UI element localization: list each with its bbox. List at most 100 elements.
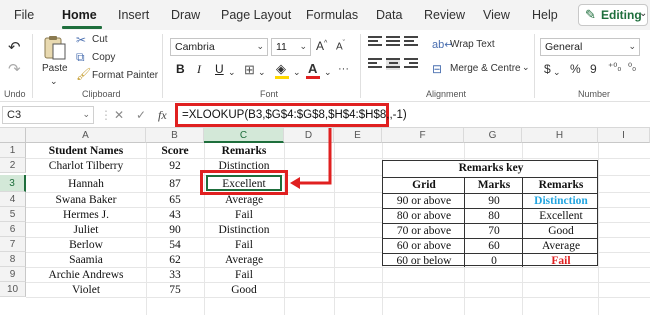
score-cell[interactable]: 90 bbox=[146, 223, 204, 238]
column-header-a[interactable]: A bbox=[26, 128, 146, 143]
column-header-e[interactable]: E bbox=[334, 128, 382, 143]
key-grid-cell[interactable]: 80 or above bbox=[383, 209, 465, 224]
align-middle-icon[interactable] bbox=[386, 36, 400, 48]
row-header[interactable]: 8 bbox=[0, 252, 26, 267]
cancel-icon[interactable]: ✕ bbox=[114, 108, 124, 122]
student-name-cell[interactable]: Archie Andrews bbox=[26, 268, 146, 283]
row-header[interactable]: 5 bbox=[0, 207, 26, 222]
formula-input[interactable]: =XLOOKUP(B3,$G$4:$G$8,$H$4:$H$8,,-1) bbox=[175, 103, 407, 127]
decrease-font-icon[interactable]: Aˇ bbox=[336, 40, 345, 52]
column-header-d[interactable]: D bbox=[284, 128, 334, 143]
student-name-cell[interactable]: Juliet bbox=[26, 223, 146, 238]
column-header-c[interactable]: C bbox=[204, 128, 284, 143]
more-icon[interactable]: ··· bbox=[338, 63, 349, 75]
copy-button[interactable]: Copy bbox=[92, 52, 115, 63]
editing-mode-button[interactable]: ✎ Editing ⌄ bbox=[578, 4, 648, 26]
align-center-icon[interactable] bbox=[386, 58, 400, 70]
align-right-icon[interactable] bbox=[404, 58, 418, 70]
menu-view[interactable]: View bbox=[483, 8, 510, 22]
score-cell[interactable]: 65 bbox=[146, 193, 204, 208]
key-header-grid[interactable]: Grid bbox=[383, 178, 465, 193]
key-remark-cell[interactable]: Distinction bbox=[523, 194, 599, 209]
student-name-cell[interactable]: Swana Baker bbox=[26, 193, 146, 208]
header-score[interactable]: Score bbox=[146, 144, 204, 159]
menu-home[interactable]: Home bbox=[62, 8, 97, 22]
score-cell[interactable]: 62 bbox=[146, 253, 204, 268]
row-header[interactable]: 2 bbox=[0, 158, 26, 173]
score-cell[interactable]: 33 bbox=[146, 268, 204, 283]
remark-cell[interactable]: Distinction bbox=[204, 223, 284, 238]
key-marks-cell[interactable]: 80 bbox=[465, 209, 523, 224]
merge-centre-button[interactable]: Merge & Centre bbox=[450, 63, 521, 74]
key-marks-cell[interactable]: 90 bbox=[465, 194, 523, 209]
key-remark-cell[interactable]: Fail bbox=[523, 254, 599, 269]
font-size-dropdown[interactable]: 11 ⌄ bbox=[271, 38, 311, 56]
borders-icon[interactable]: ⊞ bbox=[244, 62, 255, 78]
remark-cell[interactable]: Average bbox=[204, 253, 284, 268]
remark-cell[interactable]: Fail bbox=[204, 238, 284, 253]
menu-formulas[interactable]: Formulas bbox=[306, 8, 358, 22]
align-top-icon[interactable] bbox=[368, 36, 382, 48]
chevron-down-icon[interactable]: ⌄ bbox=[293, 67, 301, 78]
key-remark-cell[interactable]: Good bbox=[523, 224, 599, 239]
score-cell[interactable]: 43 bbox=[146, 208, 204, 223]
wrap-text-button[interactable]: Wrap Text bbox=[450, 39, 495, 50]
chevron-down-icon[interactable]: ⌄ bbox=[50, 76, 58, 87]
increase-font-icon[interactable]: A^ bbox=[316, 39, 327, 53]
decrease-decimal-icon[interactable]: ⁰₀ bbox=[628, 62, 636, 73]
menu-review[interactable]: Review bbox=[424, 8, 465, 22]
name-box[interactable]: C3 ⌄ bbox=[2, 106, 94, 124]
key-marks-cell[interactable]: 0 bbox=[465, 254, 523, 269]
column-header-f[interactable]: F bbox=[382, 128, 464, 143]
increase-decimal-icon[interactable]: ⁺⁰₀ bbox=[608, 62, 621, 73]
select-all-corner[interactable] bbox=[0, 128, 26, 143]
key-header-remarks[interactable]: Remarks bbox=[523, 178, 599, 193]
row-header[interactable]: 6 bbox=[0, 222, 26, 237]
paste-button[interactable] bbox=[42, 34, 68, 64]
insert-function-icon[interactable]: fx bbox=[158, 108, 167, 123]
student-name-cell[interactable]: Berlow bbox=[26, 238, 146, 253]
remark-cell[interactable]: Fail bbox=[204, 208, 284, 223]
key-header-marks[interactable]: Marks bbox=[465, 178, 523, 193]
menu-file[interactable]: File bbox=[14, 8, 34, 22]
key-marks-cell[interactable]: 60 bbox=[465, 239, 523, 254]
format-painter-button[interactable]: Format Painter bbox=[92, 70, 158, 81]
remark-cell[interactable]: Good bbox=[204, 283, 284, 298]
column-header-b[interactable]: B bbox=[146, 128, 204, 143]
score-cell[interactable]: 75 bbox=[146, 283, 204, 298]
remark-cell[interactable]: Fail bbox=[204, 268, 284, 283]
key-grid-cell[interactable]: 60 or below bbox=[383, 254, 465, 269]
remark-cell[interactable]: Average bbox=[204, 193, 284, 208]
row-header[interactable]: 3 bbox=[0, 175, 26, 192]
underline-button[interactable]: U bbox=[215, 62, 224, 76]
italic-button[interactable]: I bbox=[197, 62, 201, 77]
key-grid-cell[interactable]: 90 or above bbox=[383, 194, 465, 209]
column-header-g[interactable]: G bbox=[464, 128, 522, 143]
redo-icon[interactable]: ↷ bbox=[8, 60, 21, 78]
chevron-down-icon[interactable]: ⌄ bbox=[553, 67, 561, 78]
student-name-cell[interactable]: Saamia bbox=[26, 253, 146, 268]
bold-button[interactable]: B bbox=[176, 62, 185, 76]
menu-draw[interactable]: Draw bbox=[171, 8, 200, 22]
align-bottom-icon[interactable] bbox=[404, 36, 418, 48]
font-color-icon[interactable]: A bbox=[308, 61, 317, 76]
number-format-dropdown[interactable]: General ⌄ bbox=[540, 38, 640, 56]
paste-label[interactable]: Paste bbox=[42, 63, 68, 74]
menu-help[interactable]: Help bbox=[532, 8, 558, 22]
column-header-i[interactable]: I bbox=[598, 128, 650, 143]
chevron-down-icon[interactable]: ⌄ bbox=[228, 67, 236, 78]
student-name-cell[interactable]: Hannah bbox=[26, 176, 146, 192]
comma-button[interactable]: 9 bbox=[590, 62, 597, 76]
score-cell[interactable]: 87 bbox=[146, 176, 204, 192]
row-header[interactable]: 4 bbox=[0, 192, 26, 207]
enter-check-icon[interactable]: ✓ bbox=[136, 108, 146, 122]
header-student-names[interactable]: Student Names bbox=[26, 144, 146, 159]
currency-button[interactable]: $ bbox=[544, 62, 551, 76]
row-header[interactable]: 1 bbox=[0, 143, 26, 158]
row-header[interactable]: 7 bbox=[0, 237, 26, 252]
menu-insert[interactable]: Insert bbox=[118, 8, 149, 22]
key-grid-cell[interactable]: 70 or above bbox=[383, 224, 465, 239]
align-left-icon[interactable] bbox=[368, 58, 382, 70]
key-remark-cell[interactable]: Average bbox=[523, 239, 599, 254]
student-name-cell[interactable]: Hermes J. bbox=[26, 208, 146, 223]
